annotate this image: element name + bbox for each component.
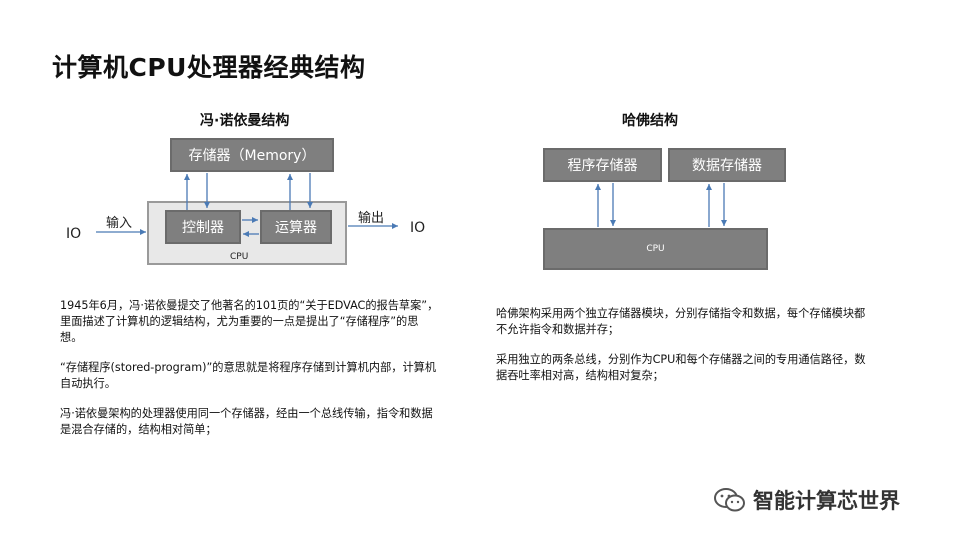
von-neumann-description: 1945年6月，冯·诺依曼提交了他著名的101页的“关于EDVAC的报告草案”，…	[60, 298, 440, 452]
wechat-icon	[714, 488, 745, 512]
watermark: 智能计算芯世界	[713, 485, 900, 515]
harvard-description: 哈佛架构采用两个独立存储器模块，分别存储指令和数据，每个存储模块都不允许指令和数…	[496, 306, 866, 398]
vn-paragraph: 冯·诺依曼架构的处理器使用同一个存储器，经由一个总线传输，指令和数据是混合存储的…	[60, 407, 433, 436]
vn-paragraph: “存储程序(stored-program)”的意思就是将程序存储到计算机内部，计…	[60, 361, 437, 390]
harvard-paragraph: 采用独立的两条总线，分别作为CPU和每个存储器之间的专用通信路径，数据吞吐率相对…	[496, 353, 866, 382]
harvard-paragraph: 哈佛架构采用两个独立存储器模块，分别存储指令和数据，每个存储模块都不允许指令和数…	[496, 307, 866, 336]
connector-arrows	[96, 173, 727, 237]
watermark-text: 智能计算芯世界	[753, 489, 900, 513]
vn-paragraph: 1945年6月，冯·诺依曼提交了他著名的101页的“关于EDVAC的报告草案”，…	[60, 299, 439, 344]
